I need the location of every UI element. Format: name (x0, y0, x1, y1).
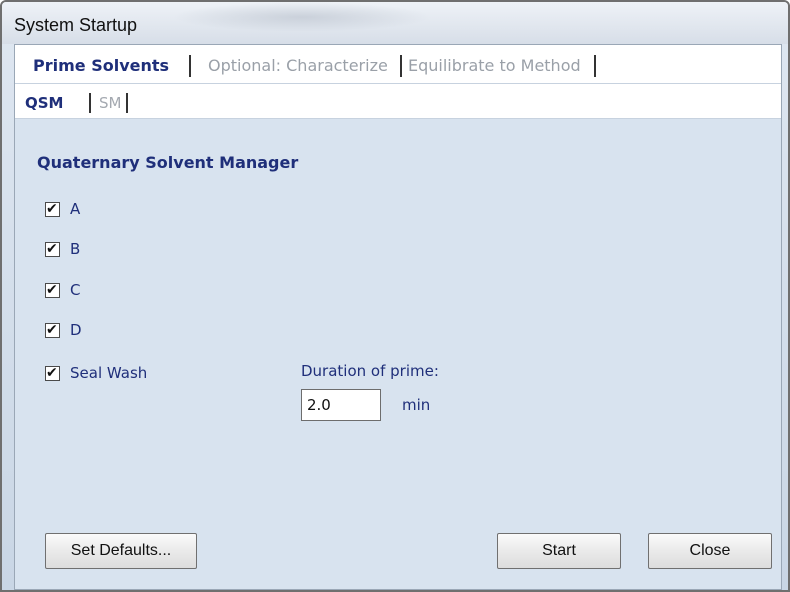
solvent-b-row[interactable]: ✔ B (45, 238, 80, 260)
checkmark-icon: ✔ (46, 364, 58, 381)
solvent-c-row[interactable]: ✔ C (45, 279, 80, 301)
tab-separator (189, 55, 191, 77)
window-title: System Startup (14, 15, 138, 35)
subtab-separator (126, 93, 128, 113)
tab-equilibrate-to-method[interactable]: Equilibrate to Method (408, 54, 581, 78)
duration-unit-label: min (402, 396, 431, 414)
titlebar-decoration (172, 2, 432, 32)
solvent-a-label: A (70, 200, 81, 218)
solvent-b-label: B (70, 240, 81, 258)
set-defaults-button[interactable]: Set Defaults... (45, 533, 197, 569)
seal-wash-checkbox[interactable]: ✔ (45, 364, 60, 381)
tab-prime-solvents[interactable]: Prime Solvents (33, 54, 169, 78)
seal-wash-label: Seal Wash (70, 364, 148, 382)
solvent-c-checkbox[interactable]: ✔ (45, 281, 60, 298)
tab-optional-characterize[interactable]: Optional: Characterize (208, 54, 388, 78)
title-bar[interactable]: System Startup (2, 2, 788, 44)
solvent-b-checkbox[interactable]: ✔ (45, 240, 60, 257)
checkmark-icon: ✔ (46, 321, 58, 338)
subtab-separator (89, 93, 91, 113)
system-startup-window: System Startup Prime Solvents Optional: … (0, 0, 790, 592)
subtab-qsm[interactable]: QSM (25, 92, 63, 114)
solvent-a-row[interactable]: ✔ A (45, 198, 80, 220)
section-title: Quaternary Solvent Manager (37, 153, 299, 172)
solvent-d-checkbox[interactable]: ✔ (45, 321, 60, 338)
checkmark-icon: ✔ (46, 240, 58, 257)
solvent-d-row[interactable]: ✔ D (45, 319, 82, 341)
subtab-sm[interactable]: SM (99, 92, 121, 114)
dialog-content: Prime Solvents Optional: Characterize Eq… (14, 44, 782, 590)
sub-tab-bar: QSM SM (15, 84, 781, 119)
solvent-c-label: C (70, 281, 81, 299)
tab-separator (594, 55, 596, 77)
checkmark-icon: ✔ (46, 281, 58, 298)
duration-label: Duration of prime: (301, 362, 439, 380)
close-button[interactable]: Close (648, 533, 772, 569)
seal-wash-row[interactable]: ✔ Seal Wash (45, 362, 147, 384)
tab-separator (400, 55, 402, 77)
solvent-d-label: D (70, 321, 82, 339)
duration-input[interactable] (301, 389, 381, 421)
checkmark-icon: ✔ (46, 200, 58, 217)
solvent-a-checkbox[interactable]: ✔ (45, 200, 60, 217)
main-tab-bar: Prime Solvents Optional: Characterize Eq… (15, 45, 781, 84)
start-button[interactable]: Start (497, 533, 621, 569)
